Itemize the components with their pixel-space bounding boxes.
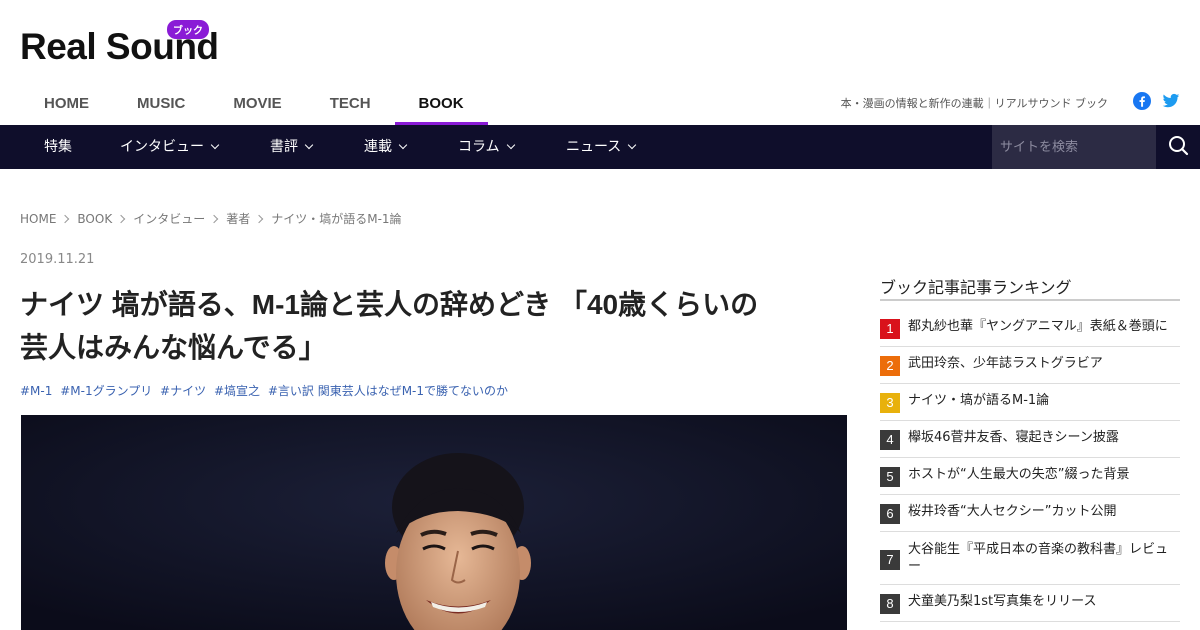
rank-number: 2 xyxy=(880,356,900,376)
cat-label: インタビュー xyxy=(120,139,204,155)
breadcrumb-author[interactable]: 著者 xyxy=(226,210,250,227)
cat-column[interactable]: コラム xyxy=(458,125,515,169)
chevron-down-icon xyxy=(304,140,314,150)
ranking-item[interactable]: 1 都丸紗也華『ヤングアニマル』表紙＆巻頭に xyxy=(880,310,1180,347)
cat-label: 特集 xyxy=(44,139,72,155)
ranking-item[interactable]: 2 武田玲奈、少年誌ラストグラビア xyxy=(880,347,1180,384)
article-tags: #M-1 #M-1グランプリ #ナイツ #塙宣之 #言い訳 関東芸人はなぜM-1… xyxy=(20,382,512,399)
breadcrumb-interview[interactable]: インタビュー xyxy=(133,210,205,227)
chevron-down-icon xyxy=(210,140,220,150)
ranking-item[interactable]: 6 桜井玲香“大人セクシー”カット公開 xyxy=(880,495,1180,532)
cat-interview[interactable]: インタビュー xyxy=(120,125,220,169)
title-line-1: ナイツ 塙が語る、M-1論と芸人の辞めどき 「40歳くらいの xyxy=(20,289,759,320)
cat-review[interactable]: 書評 xyxy=(270,125,314,169)
search-input[interactable] xyxy=(992,125,1156,169)
chevron-right-icon xyxy=(61,214,70,223)
logo-badge: ブック xyxy=(167,20,209,39)
tag-link[interactable]: #言い訳 関東芸人はなぜM-1で勝てないのか xyxy=(268,384,508,398)
chevron-down-icon xyxy=(628,140,637,150)
breadcrumb-book[interactable]: BOOK xyxy=(77,212,112,226)
cat-label: 連載 xyxy=(364,139,392,155)
tag-link[interactable]: #M-1グランプリ xyxy=(60,384,152,398)
chevron-down-icon xyxy=(398,140,408,150)
portrait-illustration xyxy=(21,415,847,630)
twitter-icon[interactable] xyxy=(1162,92,1180,110)
nav-music[interactable]: MUSIC xyxy=(113,82,209,126)
ranking-item[interactable]: 5 ホストが“人生最大の失恋”綴った背景 xyxy=(880,458,1180,495)
rank-number: 4 xyxy=(880,430,900,450)
cat-feature[interactable]: 特集 xyxy=(44,125,72,169)
rank-text: 犬童美乃梨1st写真集をリリース xyxy=(908,594,1097,609)
category-bar: 特集 インタビュー 書評 連載 コラム ニュース xyxy=(0,125,1200,169)
ranking-list: 1 都丸紗也華『ヤングアニマル』表紙＆巻頭に 2 武田玲奈、少年誌ラストグラビア… xyxy=(880,310,1180,622)
ranking-title: ブック記事記事ランキング xyxy=(880,278,1072,297)
rank-text: 桜井玲香“大人セクシー”カット公開 xyxy=(908,504,1117,519)
chevron-down-icon xyxy=(506,140,515,150)
article-title: ナイツ 塙が語る、M-1論と芸人の辞めどき 「40歳くらいの 芸人はみんな悩んで… xyxy=(20,283,850,369)
ranking-divider xyxy=(880,299,1180,301)
cat-serial[interactable]: 連載 xyxy=(364,125,408,169)
article-date: 2019.11.21 xyxy=(20,252,95,267)
chevron-right-icon xyxy=(116,214,126,223)
nav-home[interactable]: HOME xyxy=(20,82,113,126)
facebook-icon[interactable] xyxy=(1133,92,1151,110)
ranking-item[interactable]: 4 欅坂46菅井友香、寝起きシーン披露 xyxy=(880,421,1180,458)
site-tagline: 本・漫画の情報と新作の連載｜リアルサウンド ブック xyxy=(840,97,1108,110)
rank-number: 7 xyxy=(880,550,900,570)
tag-link[interactable]: #ナイツ xyxy=(160,384,206,398)
breadcrumb-current: ナイツ・塙が語るM-1論 xyxy=(271,212,402,226)
nav-tech[interactable]: TECH xyxy=(306,82,395,126)
breadcrumb-home[interactable]: HOME xyxy=(20,212,56,226)
rank-text: ホストが“人生最大の失恋”綴った背景 xyxy=(908,467,1130,482)
rank-text: 欅坂46菅井友香、寝起きシーン披露 xyxy=(908,430,1119,445)
tag-link[interactable]: #塙宣之 xyxy=(214,384,260,398)
nav-book[interactable]: BOOK xyxy=(394,82,488,126)
ranking-item[interactable]: 8 犬童美乃梨1st写真集をリリース xyxy=(880,585,1180,622)
search-icon[interactable] xyxy=(1156,125,1200,169)
rank-number: 6 xyxy=(880,504,900,524)
rank-text: 都丸紗也華『ヤングアニマル』表紙＆巻頭に xyxy=(908,319,1168,334)
rank-number: 3 xyxy=(880,393,900,413)
rank-text: 大谷能生『平成日本の音楽の教科書』レビュー xyxy=(908,542,1169,574)
cat-label: コラム xyxy=(458,139,500,155)
cat-news[interactable]: ニュース xyxy=(566,125,637,169)
title-line-2: 芸人はみんな悩んでる」 xyxy=(20,332,327,363)
tag-link[interactable]: #M-1 xyxy=(20,384,52,398)
cat-label: ニュース xyxy=(566,139,622,155)
cat-label: 書評 xyxy=(270,139,298,155)
top-nav: HOME MUSIC MOVIE TECH BOOK xyxy=(20,82,488,126)
rank-number: 1 xyxy=(880,319,900,339)
rank-text: 武田玲奈、少年誌ラストグラビア xyxy=(908,356,1103,371)
chevron-right-icon xyxy=(209,214,219,223)
rank-number: 5 xyxy=(880,467,900,487)
ranking-item[interactable]: 7 大谷能生『平成日本の音楽の教科書』レビュー xyxy=(880,532,1180,585)
rank-text: ナイツ・塙が語るM-1論 xyxy=(908,393,1050,408)
hero-image xyxy=(21,415,847,630)
nav-movie[interactable]: MOVIE xyxy=(209,82,305,126)
chevron-right-icon xyxy=(254,214,264,223)
breadcrumb: HOME BOOK インタビュー 著者 ナイツ・塙が語るM-1論 xyxy=(20,210,402,227)
ranking-item[interactable]: 3 ナイツ・塙が語るM-1論 xyxy=(880,384,1180,421)
rank-number: 8 xyxy=(880,594,900,614)
